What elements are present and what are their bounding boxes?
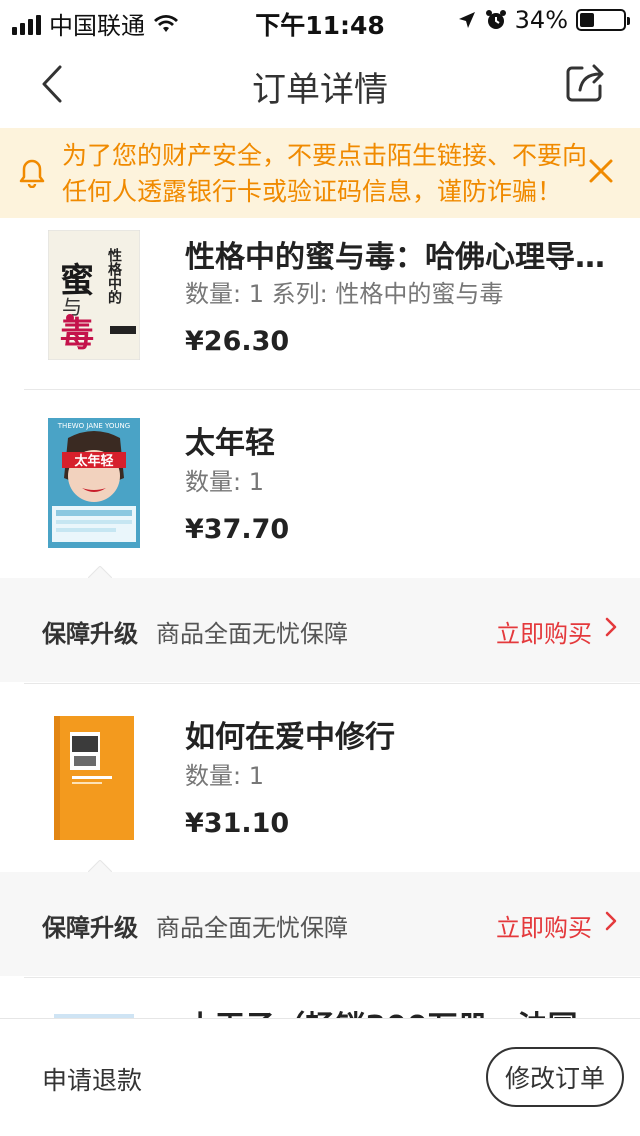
safety-notice: 为了您的财产安全，不要点击陌生链接、不要向任何人透露银行卡或验证码信息，谨防诈骗… — [0, 128, 640, 218]
svg-text:太年轻: 太年轻 — [73, 453, 113, 469]
book-cover-image — [48, 712, 140, 842]
nav-bar: 订单详情 — [0, 40, 640, 128]
buy-now-link[interactable]: 立即购买 — [496, 614, 592, 649]
alarm-icon — [485, 10, 506, 29]
status-right: 34% — [457, 6, 630, 34]
order-item[interactable]: 如何在爱中修行 数量: 1 ¥31.10 — [0, 698, 640, 868]
bell-icon — [19, 159, 45, 188]
item-quantity: 数量: 1 — [185, 762, 264, 790]
caret-up-icon — [88, 566, 112, 578]
modify-order-button[interactable]: 修改订单 — [486, 1047, 624, 1107]
guarantee-upgrade-row[interactable]: 保障升级 商品全面无忧保障 立即购买 — [0, 566, 640, 682]
guarantee-label: 保障升级 — [42, 914, 138, 942]
divider — [24, 389, 640, 390]
item-price: ¥37.70 — [185, 514, 290, 545]
battery-level — [580, 13, 595, 27]
battery-percent: 34% — [514, 6, 568, 34]
divider — [24, 977, 640, 978]
share-button[interactable] — [564, 60, 612, 108]
svg-text:毒: 毒 — [60, 315, 94, 355]
item-price: ¥26.30 — [185, 326, 290, 357]
item-title[interactable]: 性格中的蜜与毒：哈佛心理导师… — [185, 232, 615, 276]
location-icon — [458, 12, 475, 28]
cover-top-text: 性格中的 — [106, 247, 122, 305]
guarantee-label: 保障升级 — [42, 620, 138, 648]
item-quantity: 数量: 1 — [185, 468, 264, 496]
battery-icon — [576, 9, 630, 31]
close-icon[interactable] — [586, 156, 616, 186]
order-item[interactable]: 性格中的 蜜 与 毒 性格中的蜜与毒：哈佛心理导师… 数量: 1 系列: 性格中… — [0, 218, 640, 388]
chevron-right-icon[interactable] — [604, 616, 618, 638]
order-item[interactable]: 小王子（畅销300万册，法国 — [0, 992, 640, 1018]
order-item[interactable]: THEWO JANE YOUNG 太年轻 太年轻 数量: 1 ¥37.70 — [0, 404, 640, 574]
item-title[interactable]: 小王子（畅销300万册，法国 — [185, 1002, 615, 1018]
cover-top-text: THEWO JANE YOUNG — [57, 422, 130, 430]
item-price: ¥31.10 — [185, 808, 290, 839]
guarantee-desc: 商品全面无忧保障 — [156, 620, 348, 648]
item-quantity: 数量: 1 系列: 性格中的蜜与毒 — [185, 280, 504, 308]
page-title: 订单详情 — [252, 70, 388, 110]
bottom-action-bar: 申请退款 修改订单 — [0, 1018, 640, 1136]
order-item-list: 性格中的 蜜 与 毒 性格中的蜜与毒：哈佛心理导师… 数量: 1 系列: 性格中… — [0, 218, 640, 1018]
divider — [24, 683, 640, 684]
book-cover-image: 性格中的 蜜 与 毒 — [47, 229, 141, 361]
refund-button[interactable]: 申请退款 — [42, 1061, 142, 1097]
guarantee-upgrade-row[interactable]: 保障升级 商品全面无忧保障 立即购买 — [0, 860, 640, 976]
chevron-right-icon[interactable] — [604, 910, 618, 932]
status-bar: 中国联通 下午11:48 34% — [0, 0, 640, 40]
buy-now-link[interactable]: 立即购买 — [496, 908, 592, 943]
book-cover-image: THEWO JANE YOUNG 太年轻 — [48, 418, 140, 548]
share-icon — [566, 64, 604, 102]
notice-text: 为了您的财产安全，不要点击陌生链接、不要向任何人透露银行卡或验证码信息，谨防诈骗… — [62, 141, 588, 206]
item-title[interactable]: 太年轻 — [185, 418, 615, 462]
item-title[interactable]: 如何在爱中修行 — [185, 712, 615, 756]
caret-up-icon — [88, 860, 112, 872]
guarantee-desc: 商品全面无忧保障 — [156, 914, 348, 942]
